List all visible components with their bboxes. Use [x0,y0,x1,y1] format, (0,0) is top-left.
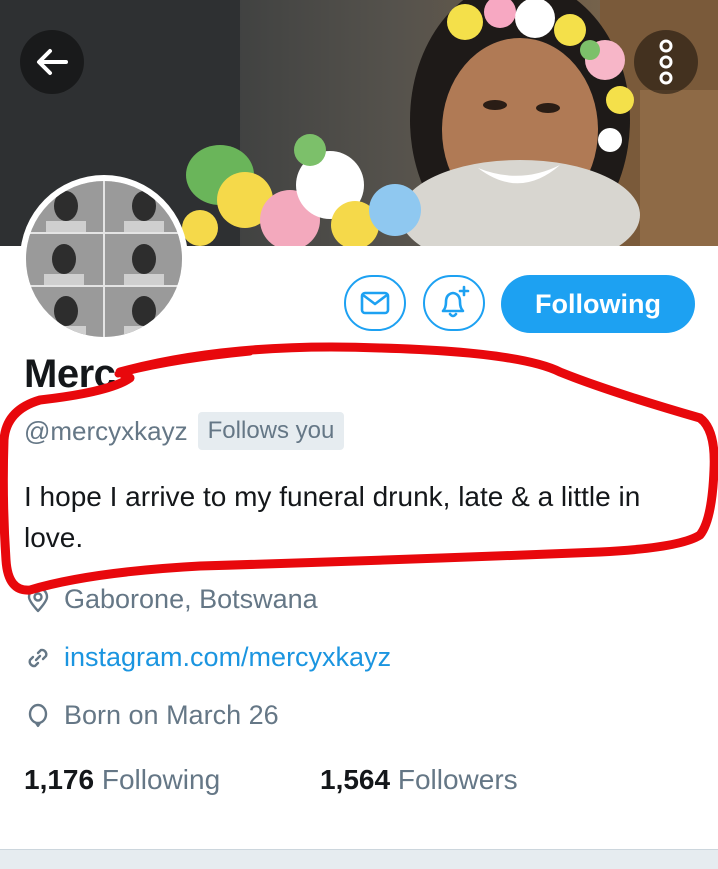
birthday-text: Born on March 26 [64,700,279,730]
handle-row: @mercyxkayz Follows you [24,412,345,450]
link-icon [28,648,48,667]
back-button[interactable] [20,30,84,94]
website-row[interactable]: instagram.com/mercyxkayz [24,642,391,673]
avatar[interactable] [20,175,188,343]
more-options-button[interactable] [634,30,698,94]
profile-bio: I hope I arrive to my funeral drunk, lat… [24,481,641,553]
avatar-collage [26,181,182,337]
avatar-image [26,181,182,337]
following-label: Following [101,764,221,795]
bell-plus-icon [441,285,470,318]
envelope-icon [360,291,390,315]
follows-you-badge: Follows you [197,412,345,450]
following-stat[interactable]: 1,176 Following [24,764,220,796]
location-row: Gaborone, Botswana [24,584,318,615]
notifications-button[interactable] [423,275,485,331]
arrow-left-icon [37,49,68,75]
website-link[interactable]: instagram.com/mercyxkayz [64,642,391,673]
following-button[interactable]: Following [501,275,695,333]
birthday-row: Born on March 26 [24,700,279,731]
followers-label: Followers [397,764,518,795]
balloon-icon [28,703,48,727]
more-vertical-icon [659,39,673,85]
display-name: Merc [24,352,116,396]
direct-message-button[interactable] [344,275,406,331]
profile-page: Following Merc @mercyxkayz Follows you I… [0,0,718,869]
followers-stat[interactable]: 1,564 Followers [320,764,518,796]
following-count: 1,176 [24,764,95,795]
location-text: Gaborone, Botswana [64,584,318,614]
following-button-label: Following [535,288,661,319]
location-pin-icon [27,586,49,612]
followers-count: 1,564 [320,764,391,795]
section-divider [0,849,718,869]
user-handle: @mercyxkayz [24,415,188,446]
